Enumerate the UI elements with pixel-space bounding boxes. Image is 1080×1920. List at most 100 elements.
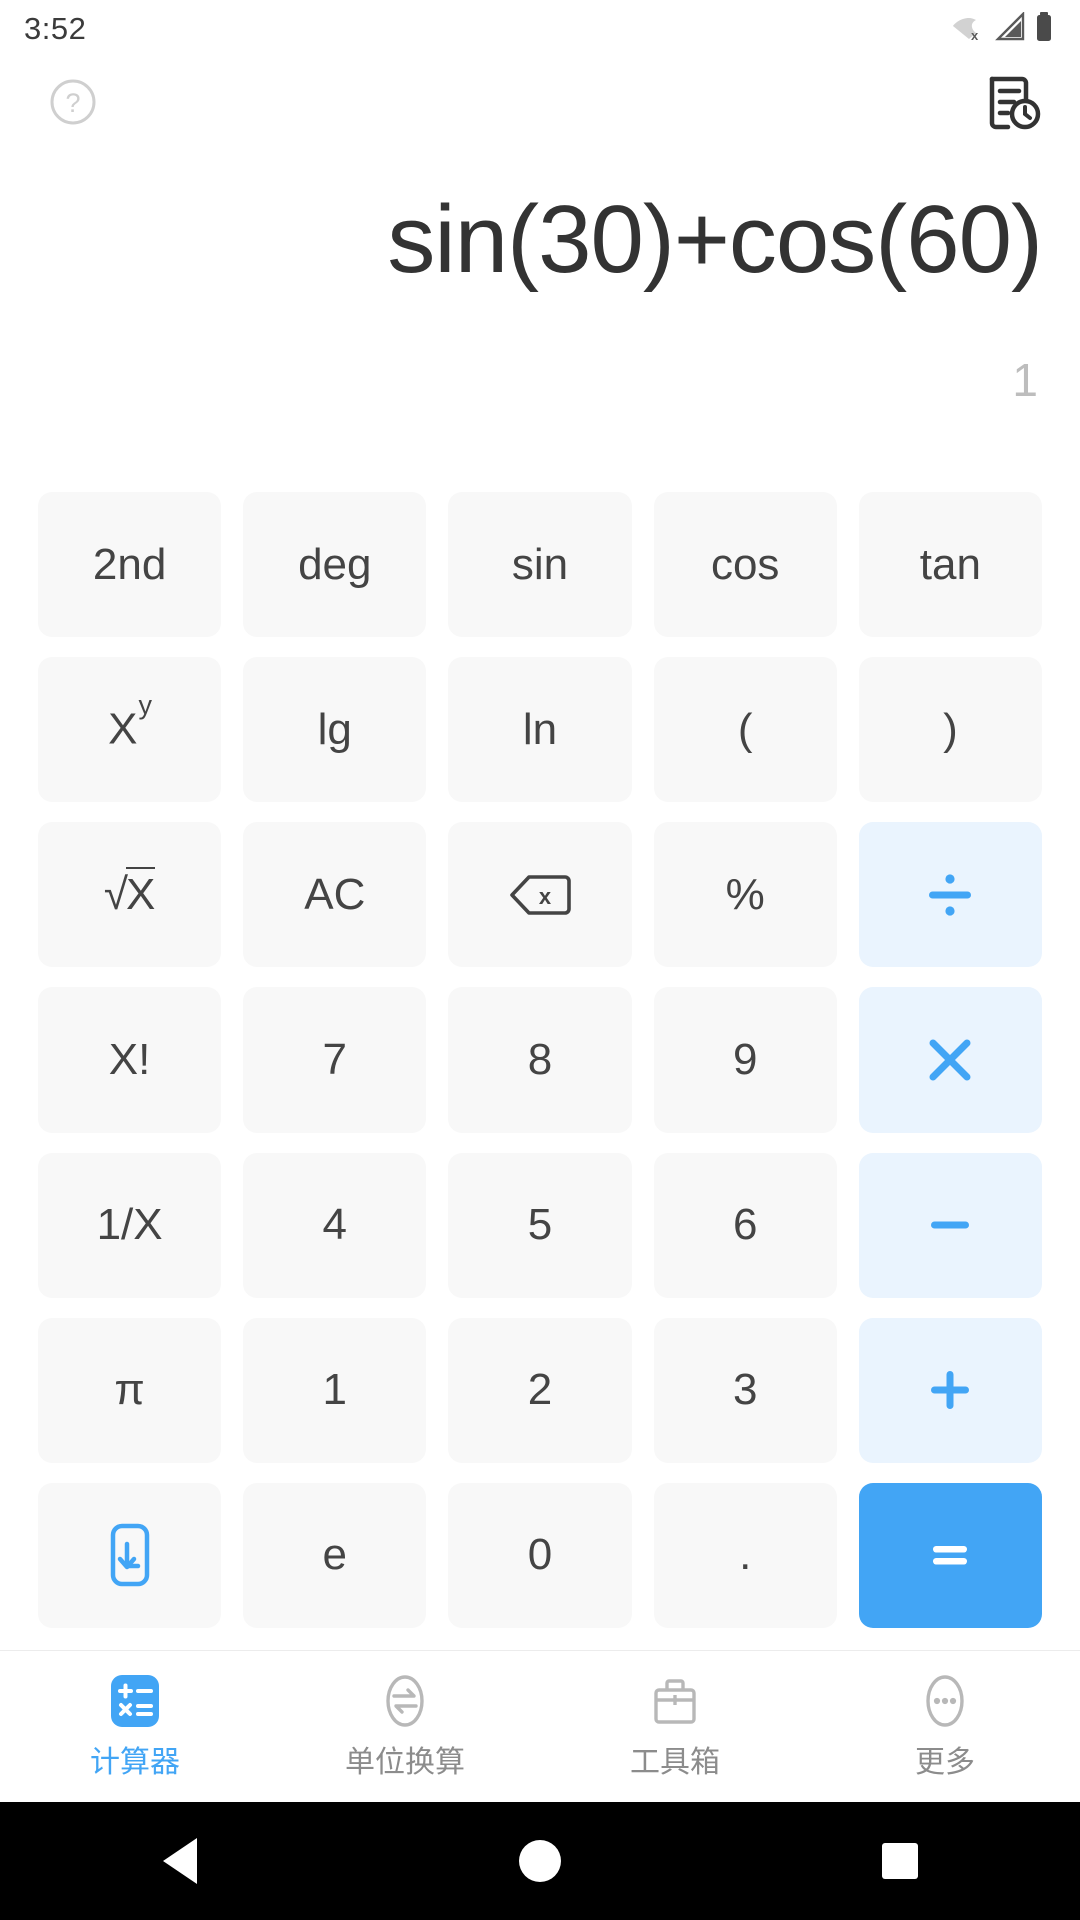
key-sin-label: sin	[511, 539, 569, 589]
system-recents-button[interactable]	[845, 1806, 955, 1916]
result-area: 1	[30, 330, 1042, 430]
key-backspace[interactable]: x	[448, 822, 632, 968]
svg-text:x: x	[539, 884, 552, 909]
key-open-paren[interactable]: (	[653, 657, 837, 803]
key-power[interactable]: Xy	[38, 657, 222, 803]
key-close-paren[interactable]: )	[858, 657, 1042, 803]
key-tan-label: tan	[919, 539, 981, 589]
back-triangle-icon	[163, 1838, 197, 1884]
plus-icon	[924, 1364, 976, 1416]
nav-toolbox-label: 工具箱	[630, 1745, 720, 1779]
key-factorial-label: X!	[108, 1034, 151, 1084]
key-cos[interactable]: cos	[653, 492, 837, 638]
key-log10[interactable]: lg	[243, 657, 427, 803]
svg-text:x: x	[971, 28, 979, 42]
key-tan[interactable]: tan	[858, 492, 1042, 638]
key-divide[interactable]	[858, 822, 1042, 968]
key-multiply[interactable]	[858, 987, 1042, 1133]
key-percent-label: %	[725, 869, 765, 919]
key-reciprocal-label: 1/X	[96, 1200, 163, 1250]
key-1-label: 1	[322, 1365, 348, 1415]
calculator-app-screen: 3:52 x ? sin(30)+cos(60) 1 2nd deg sin c…	[0, 0, 1080, 1920]
history-button[interactable]	[982, 73, 1044, 135]
key-second-function[interactable]: 2nd	[38, 492, 222, 638]
key-9-label: 9	[732, 1034, 758, 1084]
key-decimal-point[interactable]: .	[653, 1482, 837, 1628]
key-0-label: 0	[527, 1530, 553, 1580]
key-natural-log[interactable]: ln	[448, 657, 632, 803]
key-5[interactable]: 5	[448, 1152, 632, 1298]
key-2[interactable]: 2	[448, 1317, 632, 1463]
backspace-icon: x	[509, 873, 571, 917]
result-text: 1	[1012, 354, 1038, 406]
key-8-label: 8	[527, 1034, 553, 1084]
system-home-button[interactable]	[485, 1806, 595, 1916]
key-6-label: 6	[732, 1200, 758, 1250]
key-open-paren-label: (	[737, 704, 753, 754]
key-pi-label: π	[114, 1365, 145, 1415]
key-5-label: 5	[527, 1200, 553, 1250]
key-euler-label: e	[322, 1530, 348, 1580]
key-subtract[interactable]	[858, 1152, 1042, 1298]
key-7[interactable]: 7	[243, 987, 427, 1133]
key-cos-label: cos	[710, 539, 780, 589]
key-degree-mode[interactable]: deg	[243, 492, 427, 638]
key-factorial[interactable]: X!	[38, 987, 222, 1133]
key-second-function-label: 2nd	[92, 539, 167, 589]
key-square-root-label: √X	[104, 866, 156, 920]
key-square-root[interactable]: √X	[38, 822, 222, 968]
recents-square-icon	[882, 1843, 918, 1879]
key-6[interactable]: 6	[653, 1152, 837, 1298]
key-7-label: 7	[322, 1034, 348, 1084]
help-button[interactable]: ?	[48, 79, 98, 129]
key-percent[interactable]: %	[653, 822, 837, 968]
nav-more-label: 更多	[915, 1745, 975, 1779]
key-euler[interactable]: e	[243, 1482, 427, 1628]
key-degree-mode-label: deg	[298, 539, 372, 589]
history-document-icon	[982, 71, 1044, 138]
wifi-off-icon: x	[952, 12, 986, 47]
cellular-signal-icon	[995, 10, 1025, 47]
nav-toolbox[interactable]: 工具箱	[540, 1673, 810, 1781]
key-equals[interactable]	[858, 1482, 1042, 1628]
nav-unit-conversion[interactable]: 单位换算	[270, 1673, 540, 1781]
nav-more[interactable]: 更多	[810, 1673, 1080, 1781]
battery-icon	[1034, 11, 1054, 48]
key-4[interactable]: 4	[243, 1152, 427, 1298]
key-reciprocal[interactable]: 1/X	[38, 1152, 222, 1298]
key-0[interactable]: 0	[448, 1482, 632, 1628]
key-pi[interactable]: π	[38, 1317, 222, 1463]
bottom-navigation: 计算器 单位换算 工具箱 更多	[0, 1650, 1080, 1802]
key-power-label: Xy	[108, 690, 153, 755]
status-bar: 3:52 x	[0, 0, 1080, 58]
calculator-display: sin(30)+cos(60) 1	[0, 150, 1080, 488]
status-bar-icons: x	[952, 10, 1054, 48]
nav-calculator-label: 计算器	[90, 1745, 180, 1779]
nav-calculator[interactable]: 计算器	[0, 1673, 270, 1781]
calculator-icon	[107, 1673, 163, 1729]
keypad: 2nd deg sin cos tan Xy lg ln () √X AC x % X! 7 8 9 1/…	[0, 488, 1080, 1650]
key-8[interactable]: 8	[448, 987, 632, 1133]
key-natural-log-label: ln	[522, 704, 558, 754]
key-9[interactable]: 9	[653, 987, 837, 1133]
key-1[interactable]: 1	[243, 1317, 427, 1463]
expression-text: sin(30)+cos(60)	[387, 186, 1042, 293]
minus-icon	[924, 1199, 976, 1251]
multiply-icon	[924, 1034, 976, 1086]
key-4-label: 4	[322, 1200, 348, 1250]
system-back-button[interactable]	[125, 1806, 235, 1916]
equals-icon	[924, 1529, 976, 1581]
key-3[interactable]: 3	[653, 1317, 837, 1463]
key-add[interactable]	[858, 1317, 1042, 1463]
key-log10-label: lg	[317, 704, 352, 754]
key-3-label: 3	[732, 1365, 758, 1415]
unit-convert-icon	[377, 1673, 433, 1729]
key-collapse-keypad[interactable]	[38, 1482, 222, 1628]
android-system-navigation	[0, 1802, 1080, 1920]
status-bar-clock: 3:52	[24, 11, 87, 46]
arrow-down-right-box-icon	[102, 1520, 158, 1590]
key-sin[interactable]: sin	[448, 492, 632, 638]
toolbox-icon	[647, 1673, 703, 1729]
expression-area[interactable]: sin(30)+cos(60)	[30, 150, 1042, 330]
key-all-clear[interactable]: AC	[243, 822, 427, 968]
